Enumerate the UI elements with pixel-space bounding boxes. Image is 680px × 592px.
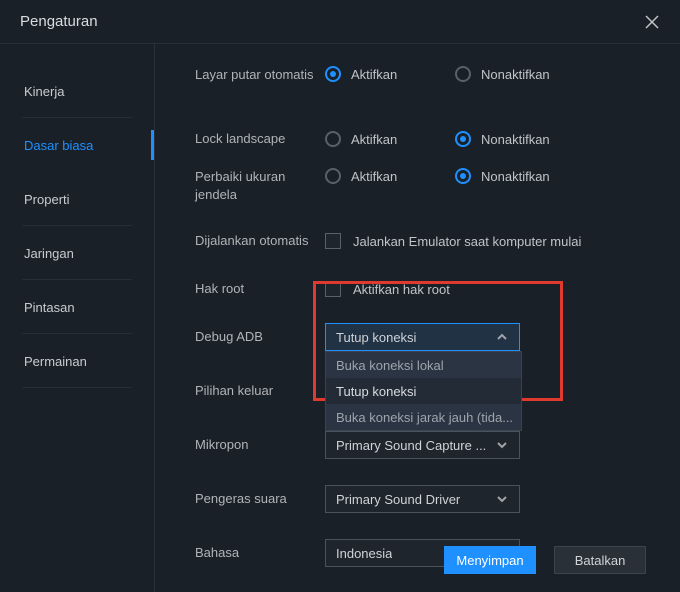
radio-icon (455, 131, 471, 147)
label-autorun: Dijalankan otomatis (195, 232, 325, 250)
sidebar-item-pintasan[interactable]: Pintasan (0, 280, 154, 334)
label-adb: Debug ADB (195, 328, 325, 346)
sidebar-item-properti[interactable]: Properti (0, 172, 154, 226)
radio-icon (325, 66, 341, 82)
radio-fix-window-disable[interactable]: Nonaktifkan (455, 168, 575, 184)
footer: Menyimpan Batalkan (444, 546, 646, 574)
checkbox-root[interactable]: Aktifkan hak root (325, 281, 450, 297)
select-speaker[interactable]: Primary Sound Driver (325, 485, 520, 513)
sidebar-item-label: Jaringan (24, 246, 74, 261)
select-value: Indonesia (336, 546, 392, 561)
sidebar-item-label: Pintasan (24, 300, 75, 315)
sidebar-item-kinerja[interactable]: Kinerja (0, 64, 154, 118)
titlebar: Pengaturan (0, 0, 680, 44)
label-language: Bahasa (195, 544, 325, 562)
label-fix-window: Perbaiki ukuran jendela (195, 168, 325, 203)
radio-label: Aktifkan (351, 132, 397, 147)
sidebar-item-dasar-biasa[interactable]: Dasar biasa (0, 118, 154, 172)
checkbox-icon (325, 281, 341, 297)
sidebar-item-permainan[interactable]: Permainan (0, 334, 154, 388)
radio-label: Aktifkan (351, 67, 397, 82)
radio-label: Nonaktifkan (481, 169, 550, 184)
select-value: Primary Sound Driver (336, 492, 460, 507)
label-exit-option: Pilihan keluar (195, 382, 325, 400)
select-adb[interactable]: Tutup koneksi Buka koneksi lokal Tutup k… (325, 323, 520, 351)
label-root: Hak root (195, 280, 325, 298)
label-lock-landscape: Lock landscape (195, 130, 325, 148)
label-speaker: Pengeras suara (195, 490, 325, 508)
label-auto-rotate: Layar putar otomatis (195, 66, 325, 84)
label-mic: Mikropon (195, 436, 325, 454)
dropdown-adb: Buka koneksi lokal Tutup koneksi Buka ko… (325, 351, 522, 431)
select-value: Tutup koneksi (336, 330, 416, 345)
dropdown-item[interactable]: Buka koneksi lokal (326, 352, 521, 378)
sidebar-item-label: Properti (24, 192, 70, 207)
radio-icon (325, 168, 341, 184)
sidebar-item-label: Permainan (24, 354, 87, 369)
radio-label: Aktifkan (351, 169, 397, 184)
window-title: Pengaturan (20, 13, 98, 30)
content-panel: Layar putar otomatis Aktifkan Nonaktifka… (155, 44, 680, 592)
dropdown-item[interactable]: Tutup koneksi (326, 378, 521, 404)
radio-icon (455, 168, 471, 184)
radio-auto-rotate-enable[interactable]: Aktifkan (325, 66, 445, 82)
chevron-down-icon (495, 492, 509, 506)
checkbox-autorun[interactable]: Jalankan Emulator saat komputer mulai (325, 233, 581, 249)
cancel-button[interactable]: Batalkan (554, 546, 646, 574)
checkbox-label: Jalankan Emulator saat komputer mulai (353, 234, 581, 249)
select-value: Primary Sound Capture ... (336, 438, 486, 453)
radio-label: Nonaktifkan (481, 132, 550, 147)
select-mic[interactable]: Primary Sound Capture ... (325, 431, 520, 459)
radio-icon (455, 66, 471, 82)
radio-label: Nonaktifkan (481, 67, 550, 82)
radio-icon (325, 131, 341, 147)
close-icon[interactable] (644, 14, 660, 30)
sidebar: Kinerja Dasar biasa Properti Jaringan Pi… (0, 44, 155, 592)
chevron-up-icon (495, 330, 509, 344)
checkbox-icon (325, 233, 341, 249)
dropdown-item[interactable]: Buka koneksi jarak jauh (tida... (326, 404, 521, 430)
chevron-down-icon (495, 438, 509, 452)
radio-lock-landscape-disable[interactable]: Nonaktifkan (455, 131, 575, 147)
checkbox-label: Aktifkan hak root (353, 282, 450, 297)
radio-lock-landscape-enable[interactable]: Aktifkan (325, 131, 445, 147)
sidebar-item-jaringan[interactable]: Jaringan (0, 226, 154, 280)
sidebar-item-label: Dasar biasa (24, 138, 93, 153)
sidebar-item-label: Kinerja (24, 84, 64, 99)
radio-fix-window-enable[interactable]: Aktifkan (325, 168, 445, 184)
radio-auto-rotate-disable[interactable]: Nonaktifkan (455, 66, 575, 82)
save-button[interactable]: Menyimpan (444, 546, 536, 574)
